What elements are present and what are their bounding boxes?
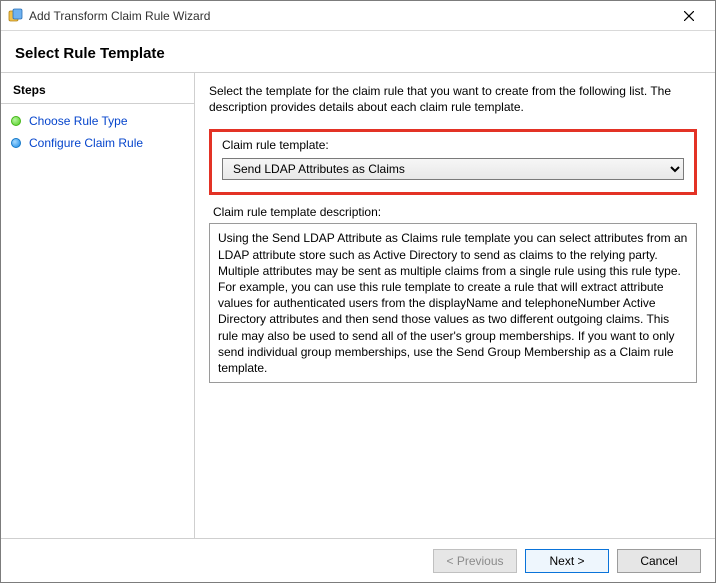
template-highlight: Claim rule template: Send LDAP Attribute… [209,129,697,195]
wizard-footer: < Previous Next > Cancel [1,538,715,582]
template-select-wrap: Send LDAP Attributes as Claims [222,158,684,180]
template-label: Claim rule template: [222,138,684,152]
step-done-icon [11,116,21,126]
step-configure-claim-rule[interactable]: Configure Claim Rule [1,132,194,154]
main-panel: Select the template for the claim rule t… [195,73,715,538]
step-current-icon [11,138,21,148]
wizard-window: Add Transform Claim Rule Wizard Select R… [0,0,716,583]
step-choose-rule-type[interactable]: Choose Rule Type [1,110,194,132]
cancel-button[interactable]: Cancel [617,549,701,573]
titlebar: Add Transform Claim Rule Wizard [1,1,715,31]
app-icon [7,8,23,24]
wizard-body: Steps Choose Rule Type Configure Claim R… [1,73,715,538]
previous-button: < Previous [433,549,517,573]
page-title: Select Rule Template [15,45,701,62]
template-description: Using the Send LDAP Attribute as Claims … [209,223,697,383]
desc-label: Claim rule template description: [213,205,697,219]
steps-list: Choose Rule Type Configure Claim Rule [1,104,194,160]
claim-rule-template-select[interactable]: Send LDAP Attributes as Claims [222,158,684,180]
intro-text: Select the template for the claim rule t… [209,83,697,115]
close-button[interactable] [669,2,709,30]
steps-header: Steps [1,83,194,104]
next-button[interactable]: Next > [525,549,609,573]
window-title: Add Transform Claim Rule Wizard [29,9,669,23]
step-label: Configure Claim Rule [29,136,143,150]
page-header: Select Rule Template [1,31,715,73]
step-label: Choose Rule Type [29,114,128,128]
steps-sidebar: Steps Choose Rule Type Configure Claim R… [1,73,195,538]
